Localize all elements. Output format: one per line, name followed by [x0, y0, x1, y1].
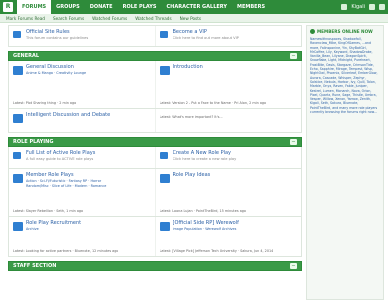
- section-title: ROLE PLAYING: [13, 139, 54, 145]
- sidebar-title: MEMBERS ONLINE NOW: [317, 28, 373, 34]
- members-icon: [310, 28, 315, 34]
- collapse-icon[interactable]: −: [290, 263, 297, 269]
- forum-icon: [13, 222, 23, 231]
- forum-werewolf[interactable]: [Official Side RP] Werewolf Image Popula…: [154, 217, 302, 256]
- members-online-sidebar: MEMBERS ONLINE NOW Namewithnospaces, Sha…: [306, 25, 384, 300]
- top-navigation-bar: R FORUMS GROUPS DONATE ROLE PLAYS CHARAC…: [0, 0, 388, 14]
- tab-donate[interactable]: DONATE: [85, 0, 118, 14]
- forum-icon: [13, 114, 23, 123]
- forum-title[interactable]: Intelligent Discussion and Debate: [26, 112, 151, 118]
- section-title: STAFF SECTION: [13, 263, 57, 269]
- subforum-list[interactable]: Anime & Manga · Creativity Lounge: [26, 71, 151, 75]
- link-icon: [13, 152, 21, 159]
- latest-post[interactable]: Latest: [Village Pick] Jefferson Tech Un…: [160, 249, 274, 253]
- user-area: Kigali: [341, 4, 388, 10]
- forum-intelligent-debate[interactable]: Intelligent Discussion and Debate: [9, 109, 155, 132]
- forum-member-role-plays[interactable]: Member Role Plays Action · Sci-Fi/Futuri…: [9, 169, 155, 216]
- forum-title[interactable]: [Official Side RP] Werewolf: [173, 220, 298, 226]
- tab-forums[interactable]: FORUMS: [17, 0, 52, 14]
- latest-post[interactable]: Latest: Loona Lujan · PointTheBird, 15 m…: [160, 209, 247, 213]
- section-general-header[interactable]: GENERAL −: [8, 51, 302, 61]
- latest-post[interactable]: Latest: Slayer Rebellion · Seth, 1 min a…: [13, 209, 83, 213]
- link-icon: [13, 31, 21, 38]
- tab-members[interactable]: MEMBERS: [232, 0, 270, 14]
- official-rules-link[interactable]: Official Site Rules This forum contains …: [9, 26, 155, 46]
- role-playing-row-2: Role Play Recruitment Archive Latest: Lo…: [8, 217, 302, 257]
- forum-title[interactable]: Role Play Ideas: [173, 172, 298, 178]
- general-row-1: General Discussion Anime & Manga · Creat…: [8, 61, 302, 109]
- latest-post[interactable]: Latest: Version 2 - Put a Face to the Na…: [160, 101, 267, 105]
- become-vip-link[interactable]: Become a VIP Click here to find out more…: [154, 26, 302, 46]
- tab-role-plays[interactable]: ROLE PLAYS: [118, 0, 162, 14]
- forum-title[interactable]: Role Play Recruitment: [26, 220, 151, 226]
- general-row-2: Intelligent Discussion and Debate Latest…: [8, 109, 302, 133]
- forum-role-play-ideas[interactable]: Role Play Ideas Latest: Loona Lujan · Po…: [154, 169, 302, 216]
- username[interactable]: Kigali: [351, 4, 365, 10]
- forum-title[interactable]: Official Site Rules: [26, 29, 151, 35]
- role-playing-row-1: Member Role Plays Action · Sci-Fi/Futuri…: [8, 169, 302, 217]
- tab-character-gallery[interactable]: CHARACTER GALLERY: [162, 0, 233, 14]
- forum-introduction[interactable]: Introduction Latest: Version 2 - Put a F…: [154, 61, 302, 108]
- collapse-icon[interactable]: −: [290, 53, 297, 59]
- forum-list: Official Site Rules This forum contains …: [8, 25, 302, 271]
- sub-navigation: Mark Forums Read Search Forums Watched F…: [0, 14, 388, 23]
- latest-post[interactable]: Latest: Plot Sharing thing · 2 min ago: [13, 101, 76, 105]
- site-logo[interactable]: R: [3, 2, 13, 12]
- forum-title[interactable]: General Discussion: [26, 64, 151, 70]
- forum-title[interactable]: Full List of Active Role Plays: [26, 150, 151, 156]
- subforum-list[interactable]: Random/Misc · Slice of Life · Modern · R…: [26, 184, 151, 188]
- inbox-icon[interactable]: [369, 4, 375, 10]
- online-members-list[interactable]: Namewithnospaces, Shadowfall, Ravenclaw_…: [307, 36, 383, 298]
- forum-debate-latest[interactable]: Latest: What's more important? It's...: [154, 109, 302, 132]
- forum-title[interactable]: Member Role Plays: [26, 172, 151, 178]
- full-list-active-rp-link[interactable]: Full List of Active Role Plays A full ea…: [9, 147, 155, 168]
- forum-role-play-recruitment[interactable]: Role Play Recruitment Archive Latest: Lo…: [9, 217, 155, 256]
- section-staff-header[interactable]: STAFF SECTION −: [8, 261, 302, 271]
- forum-general-discussion[interactable]: General Discussion Anime & Manga · Creat…: [9, 61, 155, 108]
- forum-icon: [159, 174, 170, 183]
- section-role-playing-header[interactable]: ROLE PLAYING −: [8, 137, 302, 147]
- forum-description: A full easy guide to ACTIVE role plays: [26, 157, 94, 161]
- subforum-list[interactable]: Archive: [26, 227, 151, 231]
- forum-icon: [13, 174, 23, 183]
- forum-icon: [159, 66, 170, 75]
- role-playing-links-row: Full List of Active Role Plays A full ea…: [8, 147, 302, 169]
- forum-title[interactable]: Create A New Role Play: [173, 150, 298, 156]
- subforum-list[interactable]: Action · Sci-Fi/Futuristic · Fantasy RP …: [26, 179, 151, 183]
- create-rp-link[interactable]: Create A New Role Play Click here to cre…: [154, 147, 302, 168]
- sidebar-header: MEMBERS ONLINE NOW: [307, 26, 383, 36]
- link-watched-forums[interactable]: Watched Forums: [92, 16, 127, 21]
- forum-title[interactable]: Become a VIP: [173, 29, 298, 35]
- subforum-list[interactable]: Image Population · Werewolf Archives: [173, 227, 298, 231]
- forum-icon: [159, 222, 170, 231]
- forum-description: This forum contains our guidelines: [26, 36, 89, 40]
- top-links-row: Official Site Rules This forum contains …: [8, 25, 302, 47]
- link-search-forums[interactable]: Search Forums: [53, 16, 84, 21]
- link-watched-threads[interactable]: Watched Threads: [135, 16, 171, 21]
- tab-groups[interactable]: GROUPS: [51, 0, 85, 14]
- section-title: GENERAL: [13, 53, 40, 59]
- forum-icon: [13, 66, 23, 75]
- link-icon: [159, 152, 168, 159]
- link-mark-forums-read[interactable]: Mark Forums Read: [6, 16, 45, 21]
- link-icon: [159, 31, 168, 38]
- latest-post[interactable]: Latest: Looking for active partners · Bl…: [13, 249, 118, 253]
- link-new-posts[interactable]: New Posts: [180, 16, 201, 21]
- latest-post[interactable]: Latest: What's more important? It's...: [160, 115, 223, 119]
- forum-description: Click here to create a new role play: [172, 157, 237, 161]
- collapse-icon[interactable]: −: [290, 139, 297, 145]
- logo-letter: R: [5, 3, 11, 10]
- forum-description: Click here to find out more about VIP: [172, 36, 239, 40]
- alerts-icon[interactable]: [379, 4, 385, 10]
- avatar[interactable]: [341, 4, 348, 10]
- forum-title[interactable]: Introduction: [173, 64, 298, 70]
